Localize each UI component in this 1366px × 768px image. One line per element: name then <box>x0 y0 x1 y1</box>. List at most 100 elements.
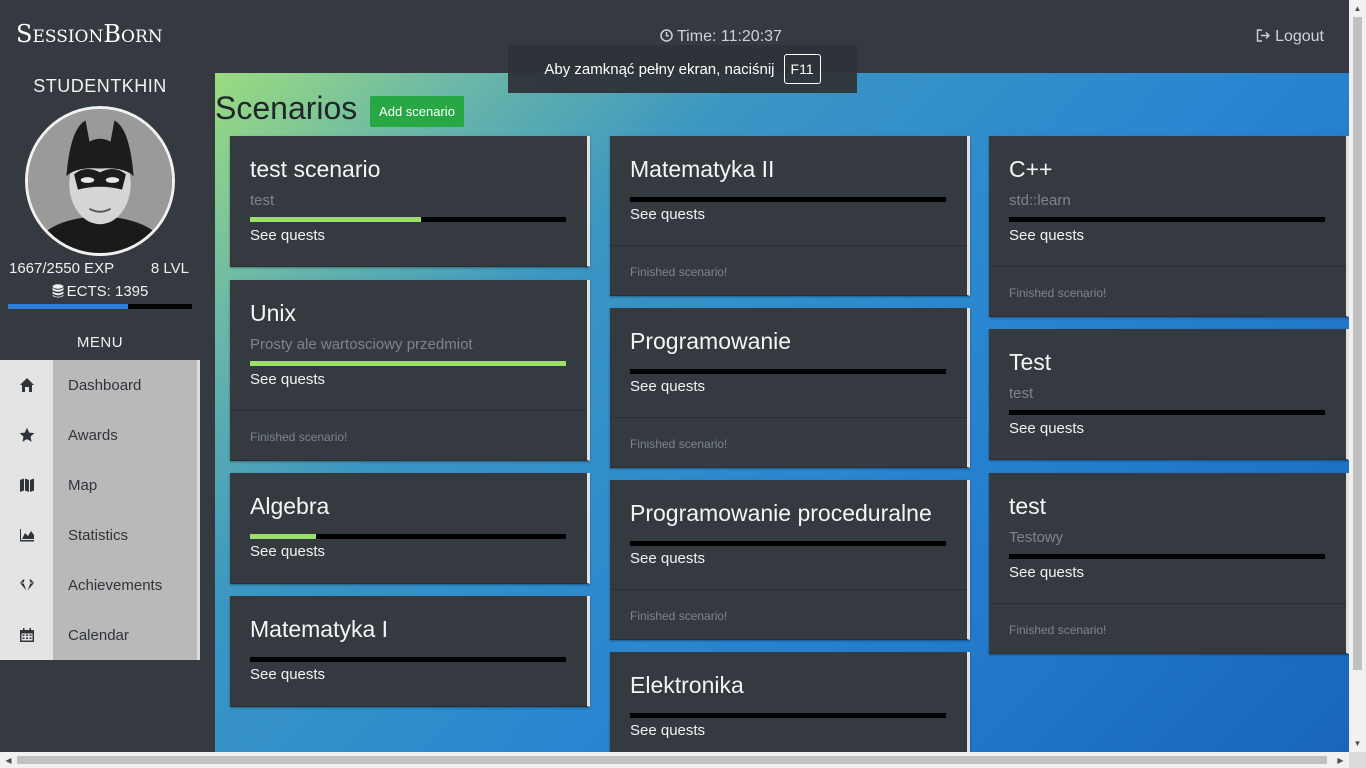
scenario-progress-fill <box>250 534 317 539</box>
logout-label: Logout <box>1275 28 1324 45</box>
finished-status: Finished scenario! <box>610 245 967 295</box>
map-icon <box>19 478 34 492</box>
menu-item-label: Dashboard <box>53 360 200 410</box>
see-quests-link[interactable]: See quests <box>630 378 705 395</box>
scenario-description: Prosty ale wartosciowy przedmiot <box>250 336 473 353</box>
exp-text: 1667/2550 EXP <box>9 260 115 277</box>
ects-text: ECTS: 1395 <box>66 283 149 300</box>
menu-item-label: Calendar <box>53 610 200 660</box>
scenario-description: Testowy <box>1009 529 1064 546</box>
logout-icon <box>1256 29 1271 42</box>
menu-item-dashboard[interactable]: Dashboard <box>0 360 200 410</box>
scenario-title: Algebra <box>250 493 330 519</box>
finished-status: Finished scenario! <box>610 417 967 467</box>
scenario-progress-bar <box>250 361 566 366</box>
scenario-title: Matematyka I <box>250 616 389 642</box>
see-quests-link[interactable]: See quests <box>1009 227 1084 244</box>
menu-item-label: Awards <box>53 410 200 460</box>
menu-title: MENU <box>76 334 124 351</box>
scenario-title: Test <box>1009 349 1052 375</box>
horizontal-scrollbar[interactable]: ◀ ▶ <box>0 752 1366 768</box>
scenario-title: C++ <box>1009 156 1053 182</box>
scenario-card: Elektronika See quests <box>610 652 970 752</box>
clock: Time: 11:20:37 <box>660 28 782 46</box>
scroll-down-arrow-icon[interactable]: ▼ <box>1349 735 1366 752</box>
f11-key-badge: F11 <box>783 54 821 84</box>
scenario-title: Elektronika <box>630 672 744 698</box>
scenario-progress-bar <box>1009 410 1325 415</box>
see-quests-link[interactable]: See quests <box>630 206 705 223</box>
scenario-card: Programowanie See quests Finished scenar… <box>610 308 970 468</box>
vertical-scrollbar-thumb[interactable] <box>1353 17 1362 670</box>
avatar <box>25 106 175 256</box>
menu-item-achievements[interactable]: Achievements <box>0 560 200 610</box>
scenario-card: test Testowy See quests Finished scenari… <box>989 473 1349 654</box>
menu-item-label: Map <box>53 460 200 510</box>
scenario-card: Algebra See quests <box>230 473 590 584</box>
scroll-right-arrow-icon[interactable]: ▶ <box>1332 752 1349 768</box>
see-quests-link[interactable]: See quests <box>1009 564 1084 581</box>
scenario-card: Matematyka II See quests Finished scenar… <box>610 136 970 296</box>
clock-icon <box>660 29 673 42</box>
scenario-progress-bar <box>630 197 946 202</box>
level-text: 8 LVL <box>150 260 189 277</box>
menu-item-label: Achievements <box>53 560 200 610</box>
scenario-description: std::learn <box>1009 192 1071 209</box>
scenario-card: test scenario test See quests <box>230 136 590 267</box>
coins-icon <box>52 284 64 302</box>
see-quests-link[interactable]: See quests <box>1009 420 1084 437</box>
scenario-progress-bar <box>630 541 946 546</box>
scenario-progress-bar <box>250 657 566 662</box>
scenario-card: Test test See quests <box>989 329 1349 460</box>
fullscreen-notice: Aby zamknąć pełny ekran, naciśnij F11 <box>508 45 857 93</box>
scenario-description: test <box>250 192 275 209</box>
scenarios-panel: Scenarios Add scenario test scenario tes… <box>215 73 1350 752</box>
scenario-title: test scenario <box>250 156 381 182</box>
scenario-title: Matematyka II <box>630 156 775 182</box>
scroll-up-arrow-icon[interactable]: ▲ <box>1349 0 1366 17</box>
clock-text: Time: 11:20:37 <box>677 28 782 45</box>
sidebar: SessionBorn STUDENTKHIN 1667/2550 EXP 8 … <box>0 0 200 752</box>
add-scenario-button[interactable]: Add scenario <box>370 96 464 127</box>
exp-progress-bar <box>8 304 192 309</box>
menu-item-map[interactable]: Map <box>0 460 200 510</box>
scenario-card: Matematyka I See quests <box>230 596 590 707</box>
scroll-left-arrow-icon[interactable]: ◀ <box>0 752 17 768</box>
scenario-card: Programowanie proceduralne See quests Fi… <box>610 480 970 640</box>
see-quests-link[interactable]: See quests <box>250 227 325 244</box>
vertical-scrollbar[interactable]: ▲ ▼ <box>1349 0 1366 752</box>
logout-button[interactable]: Logout <box>1256 28 1324 46</box>
scenario-title: Unix <box>250 300 297 326</box>
finished-status: Finished scenario! <box>230 410 587 460</box>
home-icon <box>19 378 34 392</box>
finished-status: Finished scenario! <box>610 589 967 639</box>
calendar-icon <box>19 628 34 642</box>
scenario-progress-bar <box>250 534 566 539</box>
scenario-card: C++ std::learn See quests Finished scena… <box>989 136 1349 317</box>
see-quests-link[interactable]: See quests <box>630 722 705 739</box>
fullscreen-notice-text: Aby zamknąć pełny ekran, naciśnij <box>544 60 775 78</box>
scenario-progress-fill <box>250 361 566 366</box>
menu-item-statistics[interactable]: Statistics <box>0 510 200 560</box>
menu-item-awards[interactable]: Awards <box>0 410 200 460</box>
horizontal-scrollbar-thumb[interactable] <box>17 756 1327 764</box>
see-quests-link[interactable]: See quests <box>250 543 325 560</box>
scenario-progress-bar <box>1009 554 1325 559</box>
avatar-image <box>28 109 172 253</box>
see-quests-link[interactable]: See quests <box>250 666 325 683</box>
see-quests-link[interactable]: See quests <box>250 371 325 388</box>
scenario-progress-bar <box>1009 217 1325 222</box>
finished-status: Finished scenario! <box>989 266 1346 316</box>
scrollbar-corner <box>1349 752 1366 768</box>
menu-item-calendar[interactable]: Calendar <box>0 610 200 660</box>
finished-status: Finished scenario! <box>989 603 1346 653</box>
menu-item-label: Statistics <box>53 510 200 560</box>
scenario-title: Programowanie proceduralne <box>630 500 932 526</box>
username: STUDENTKHIN <box>33 76 167 96</box>
scenario-progress-bar <box>630 369 946 374</box>
diamond-icon <box>18 578 35 593</box>
app-logo[interactable]: SessionBorn <box>16 20 163 48</box>
scenario-progress-bar <box>250 217 566 222</box>
see-quests-link[interactable]: See quests <box>630 550 705 567</box>
star-icon <box>19 427 34 442</box>
